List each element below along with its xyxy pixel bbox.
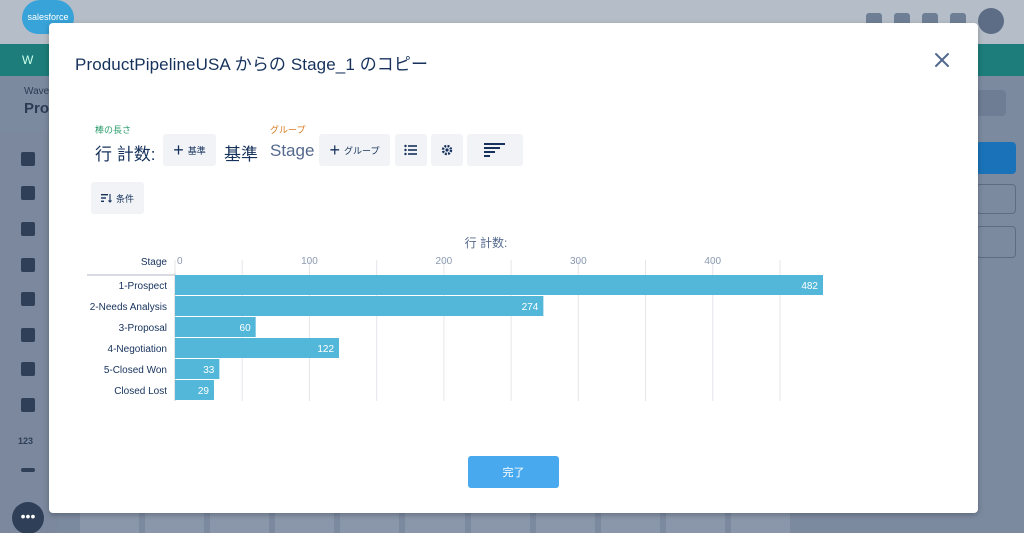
measure-value[interactable]: 行 計数:	[95, 140, 155, 165]
modal-title: ProductPipelineUSA からの Stage_1 のコピー	[75, 55, 429, 74]
table-icon[interactable]	[21, 186, 35, 200]
bar-value-label: 60	[240, 323, 252, 334]
right-panel	[976, 84, 1024, 533]
group-label: グループ	[270, 125, 306, 135]
add-measure-label: 基準	[187, 145, 206, 156]
sort-bars-icon[interactable]	[467, 134, 523, 166]
x-tick-label: 100	[301, 256, 318, 267]
bottom-tiles	[80, 513, 791, 533]
bar-chart: 行 計数: Stage 0 100 200 300 400 482 1-Prospect 274 2…	[87, 235, 823, 401]
tile	[470, 513, 530, 533]
chart-edit-modal: ProductPipelineUSA からの Stage_1 のコピー 棒の長さ…	[49, 23, 978, 513]
page-header-app: Wave	[24, 86, 50, 97]
tile	[210, 513, 270, 533]
tile	[340, 513, 400, 533]
category-label[interactable]: 4-Negotiation	[108, 344, 167, 355]
add-group-button[interactable]: + グループ	[319, 134, 390, 166]
bar-value-label: 482	[801, 281, 818, 292]
measure-suffix: 基準	[224, 145, 258, 164]
bar-value-label: 29	[198, 386, 210, 397]
x-tick-label: 0	[177, 256, 183, 267]
image-icon[interactable]	[21, 362, 35, 376]
number-widget-label[interactable]: 123	[18, 436, 33, 446]
tile	[600, 513, 660, 533]
add-group-label: グループ	[344, 145, 380, 156]
bar-4-negotiation[interactable]	[175, 338, 340, 358]
bar-value-label: 122	[317, 344, 334, 355]
filter-sort-icon	[100, 194, 112, 203]
x-tick-label: 300	[570, 256, 587, 267]
link-icon[interactable]	[21, 328, 35, 342]
add-measure-button[interactable]: + 基準	[163, 134, 216, 166]
x-tick-label: 200	[436, 256, 453, 267]
avatar-icon[interactable]	[978, 8, 1004, 34]
category-label[interactable]: 5-Closed Won	[104, 365, 167, 376]
category-label[interactable]: Closed Lost	[114, 386, 167, 397]
done-button[interactable]: 完了	[468, 456, 559, 488]
chart-type-icon[interactable]	[21, 152, 35, 166]
tile	[275, 513, 335, 533]
y-axis-label: Stage	[141, 257, 168, 268]
tile	[145, 513, 205, 533]
filter-icon[interactable]	[21, 292, 35, 306]
filter-button[interactable]: 条件	[91, 182, 144, 214]
category-label[interactable]: 3-Proposal	[119, 323, 167, 334]
tile	[730, 513, 791, 533]
filter-label: 条件	[115, 193, 134, 204]
primary-action-button[interactable]	[976, 142, 1016, 174]
list-icon[interactable]	[395, 134, 427, 166]
bar-value-label: 33	[203, 365, 215, 376]
calendar-icon[interactable]	[21, 258, 35, 272]
bar-value-label: 274	[522, 302, 539, 313]
app-nav-label: W	[22, 53, 34, 67]
list-icon[interactable]	[21, 398, 35, 412]
group-value[interactable]: Stage	[270, 141, 314, 161]
tile	[80, 513, 140, 533]
plus-icon: +	[329, 140, 341, 160]
measure-label: 棒の長さ	[95, 125, 132, 135]
gear-icon[interactable]	[431, 134, 463, 166]
close-icon[interactable]	[932, 50, 952, 70]
bar-1-prospect[interactable]	[175, 275, 823, 295]
input-box[interactable]	[976, 226, 1016, 258]
dropdown-select[interactable]	[976, 184, 1016, 214]
category-label[interactable]: 2-Needs Analysis	[90, 302, 167, 313]
bar-2-needs-analysis[interactable]	[175, 296, 544, 316]
more-actions-button[interactable]	[976, 90, 1006, 116]
tile	[665, 513, 725, 533]
plus-icon: +	[173, 140, 184, 160]
x-tick-label: 400	[704, 256, 721, 267]
import-icon[interactable]	[21, 222, 35, 236]
divider-widget-icon[interactable]	[21, 468, 35, 472]
chart-title: 行 計数:	[465, 235, 508, 250]
more-button[interactable]: •••	[12, 502, 44, 533]
category-label[interactable]: 1-Prospect	[119, 281, 168, 292]
tile	[405, 513, 465, 533]
tile	[535, 513, 595, 533]
